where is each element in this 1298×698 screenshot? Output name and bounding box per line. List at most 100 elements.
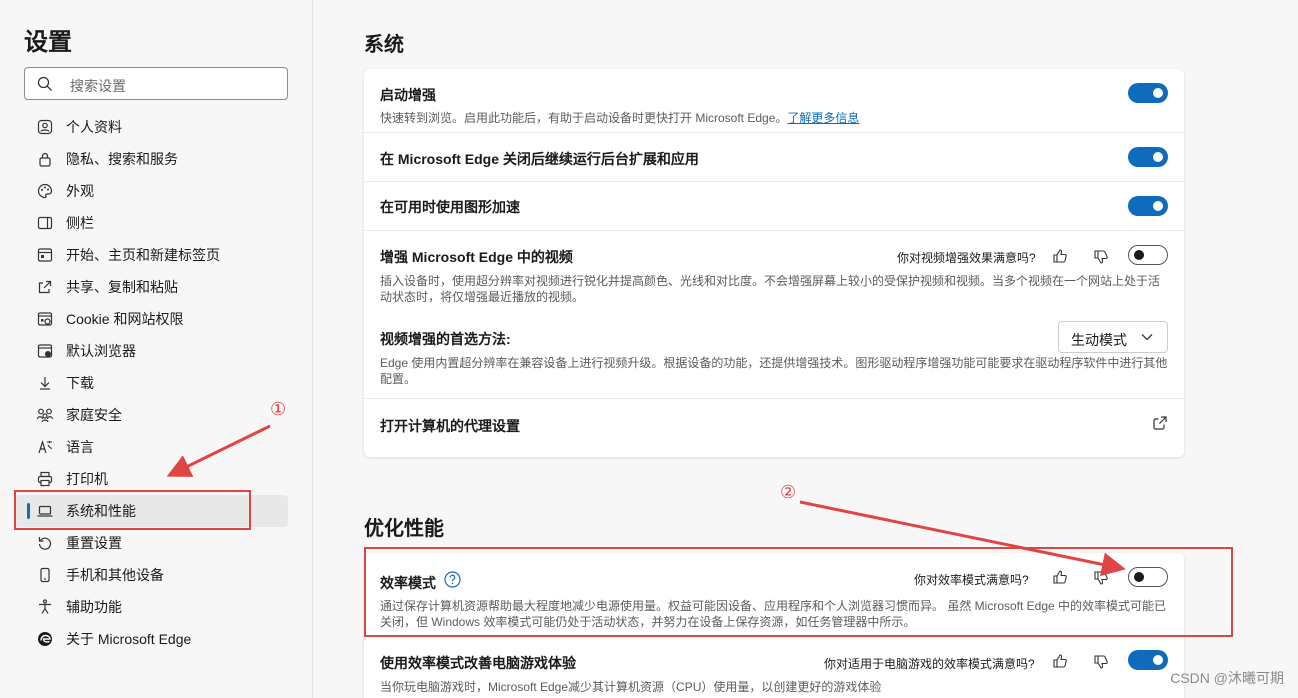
search-input[interactable]: 搜索设置 [24, 67, 288, 100]
setting-hardware-acceleration: 在可用时使用图形加速 [364, 182, 1184, 231]
sidebar-item-downloads[interactable]: 下载 [14, 367, 288, 399]
search-placeholder: 搜索设置 [70, 78, 126, 94]
setting-video-enhance: 增强 Microsoft Edge 中的视频 你对视频增强效果满意吗? 插入设备… [364, 231, 1184, 399]
sidebar-item-label: 家庭安全 [66, 407, 122, 423]
sidebar-item-label: 手机和其他设备 [66, 567, 164, 583]
video-method-description: Edge 使用内置超分辨率在兼容设备上进行视频升级。根据设备的功能，还提供增强技… [380, 356, 1168, 386]
video-method-title: 视频增强的首选方法: [380, 331, 511, 347]
sidebar-item-label: 侧栏 [66, 215, 94, 231]
thumbs-down-icon[interactable] [1093, 249, 1109, 265]
thumbs-up-icon[interactable] [1052, 653, 1068, 669]
language-icon [36, 438, 54, 456]
palette-icon [36, 182, 54, 200]
toggle-knob [1134, 250, 1144, 260]
sidebar-item-privacy[interactable]: 隐私、搜索和服务 [14, 143, 288, 175]
sidebar-item-label: 语言 [66, 439, 94, 455]
sidebar-item-label: 默认浏览器 [66, 343, 136, 359]
sidebar-item-label: 个人资料 [66, 119, 122, 135]
sidebar-item-label: 隐私、搜索和服务 [66, 151, 178, 167]
reset-icon [36, 534, 54, 552]
edge-icon [36, 630, 54, 648]
toggle-knob [1153, 655, 1163, 665]
setting-title: 使用效率模式改善电脑游戏体验 [380, 655, 576, 671]
sidebar-item-accessibility[interactable]: 辅助功能 [14, 591, 288, 623]
sidebar-item-reset[interactable]: 重置设置 [14, 527, 288, 559]
toggle-knob [1153, 201, 1163, 211]
feedback-question: 你对视频增强效果满意吗? [897, 251, 1036, 265]
hardware-acceleration-toggle[interactable] [1128, 196, 1168, 216]
section-title-performance: 优化性能 [364, 518, 444, 540]
annotation-number-2: ② [780, 482, 797, 502]
setting-description-text: 快速转到浏览。启用此功能后，有助于启动设备时更快打开 Microsoft Edg… [380, 111, 788, 125]
sidebar-item-label: 共享、复制和粘贴 [66, 279, 178, 295]
video-method-select[interactable]: 生动模式 [1058, 321, 1168, 353]
setting-startup-boost: 启动增强 快速转到浏览。启用此功能后，有助于启动设备时更快打开 Microsof… [364, 69, 1184, 133]
setting-title: 打开计算机的代理设置 [380, 418, 520, 434]
sidebar-title: 设置 [24, 29, 72, 56]
lock-icon [36, 150, 54, 168]
sidebar-item-profile[interactable]: 个人资料 [14, 111, 288, 143]
sidebar-item-languages[interactable]: 语言 [14, 431, 288, 463]
family-icon [36, 406, 54, 424]
sidebar-item-label: 打印机 [66, 471, 108, 487]
setting-title: 在可用时使用图形加速 [380, 199, 520, 215]
home-icon [36, 246, 54, 264]
sidebar-item-label: 辅助功能 [66, 599, 122, 615]
setting-description: 当你玩电脑游戏时，Microsoft Edge减少其计算机资源（CPU）使用量，… [380, 680, 882, 694]
video-enhance-toggle[interactable] [1128, 245, 1168, 265]
sidebar-item-label: Cookie 和网站权限 [66, 311, 184, 327]
profile-icon [36, 118, 54, 136]
phone-icon [36, 566, 54, 584]
thumbs-down-icon[interactable] [1093, 654, 1109, 670]
toggle-knob [1153, 88, 1163, 98]
sidebar-item-share[interactable]: 共享、复制和粘贴 [14, 271, 288, 303]
sidebar-item-sidebar[interactable]: 侧栏 [14, 207, 288, 239]
sidebar-item-label: 关于 Microsoft Edge [66, 631, 192, 647]
sidebar-item-start-home[interactable]: 开始、主页和新建标签页 [14, 239, 288, 271]
sidebar-item-label: 重置设置 [66, 535, 122, 551]
setting-title: 在 Microsoft Edge 关闭后继续运行后台扩展和应用 [380, 151, 699, 167]
annotation-box-efficiency [364, 547, 1233, 637]
browser-icon [36, 342, 54, 360]
gaming-efficiency-toggle[interactable] [1128, 650, 1168, 670]
toggle-knob [1153, 152, 1163, 162]
annotation-number-1: ① [270, 399, 287, 419]
sidebar-item-cookies[interactable]: Cookie 和网站权限 [14, 303, 288, 335]
external-link-icon[interactable] [1152, 415, 1168, 431]
setting-background-apps: 在 Microsoft Edge 关闭后继续运行后台扩展和应用 [364, 133, 1184, 182]
setting-title: 启动增强 [380, 87, 436, 103]
system-card: 启动增强 快速转到浏览。启用此功能后，有助于启动设备时更快打开 Microsof… [364, 69, 1184, 457]
chevron-down-icon [1141, 334, 1153, 341]
watermark: CSDN @沐曦可期 [1170, 670, 1284, 686]
sidebar-item-appearance[interactable]: 外观 [14, 175, 288, 207]
startup-boost-toggle[interactable] [1128, 83, 1168, 103]
setting-description: 快速转到浏览。启用此功能后，有助于启动设备时更快打开 Microsoft Edg… [380, 110, 859, 126]
sidebar-item-about[interactable]: 关于 Microsoft Edge [14, 623, 288, 655]
share-icon [36, 278, 54, 296]
sidebar-item-label: 下载 [66, 375, 94, 391]
thumbs-up-icon[interactable] [1052, 248, 1068, 264]
sidebar-item-label: 开始、主页和新建标签页 [66, 247, 220, 263]
sidebar-nav: 个人资料 隐私、搜索和服务 外观 侧栏 开始、主页和新建标签页 共享、复制和粘贴… [14, 111, 288, 655]
sidebar-item-default-browser[interactable]: 默认浏览器 [14, 335, 288, 367]
sidebar-icon [36, 214, 54, 232]
annotation-box-sidebar [14, 490, 251, 530]
sidebar-item-label: 外观 [66, 183, 94, 199]
learn-more-link[interactable]: 了解更多信息 [787, 111, 859, 125]
background-apps-toggle[interactable] [1128, 147, 1168, 167]
video-method-value: 生动模式 [1071, 332, 1127, 348]
settings-sidebar: 设置 搜索设置 个人资料 隐私、搜索和服务 外观 侧栏 开始、主页和新建标签页 … [0, 0, 313, 698]
sidebar-item-phone[interactable]: 手机和其他设备 [14, 559, 288, 591]
setting-proxy[interactable]: 打开计算机的代理设置 [364, 399, 1184, 456]
sidebar-item-family[interactable]: 家庭安全 [14, 399, 288, 431]
setting-title: 增强 Microsoft Edge 中的视频 [380, 249, 573, 265]
printer-icon [36, 470, 54, 488]
search-icon [37, 76, 52, 91]
accessibility-icon [36, 598, 54, 616]
setting-gaming-efficiency: 使用效率模式改善电脑游戏体验 你对适用于电脑游戏的效率模式满意吗? 当你玩电脑游… [364, 636, 1184, 698]
cookie-icon [36, 310, 54, 328]
setting-description: 插入设备时，使用超分辨率对视频进行锐化并提高颜色、光线和对比度。不会增强屏幕上较… [380, 274, 1161, 304]
feedback-question: 你对适用于电脑游戏的效率模式满意吗? [824, 657, 1035, 671]
section-title-system: 系统 [364, 34, 404, 56]
download-icon [36, 374, 54, 392]
